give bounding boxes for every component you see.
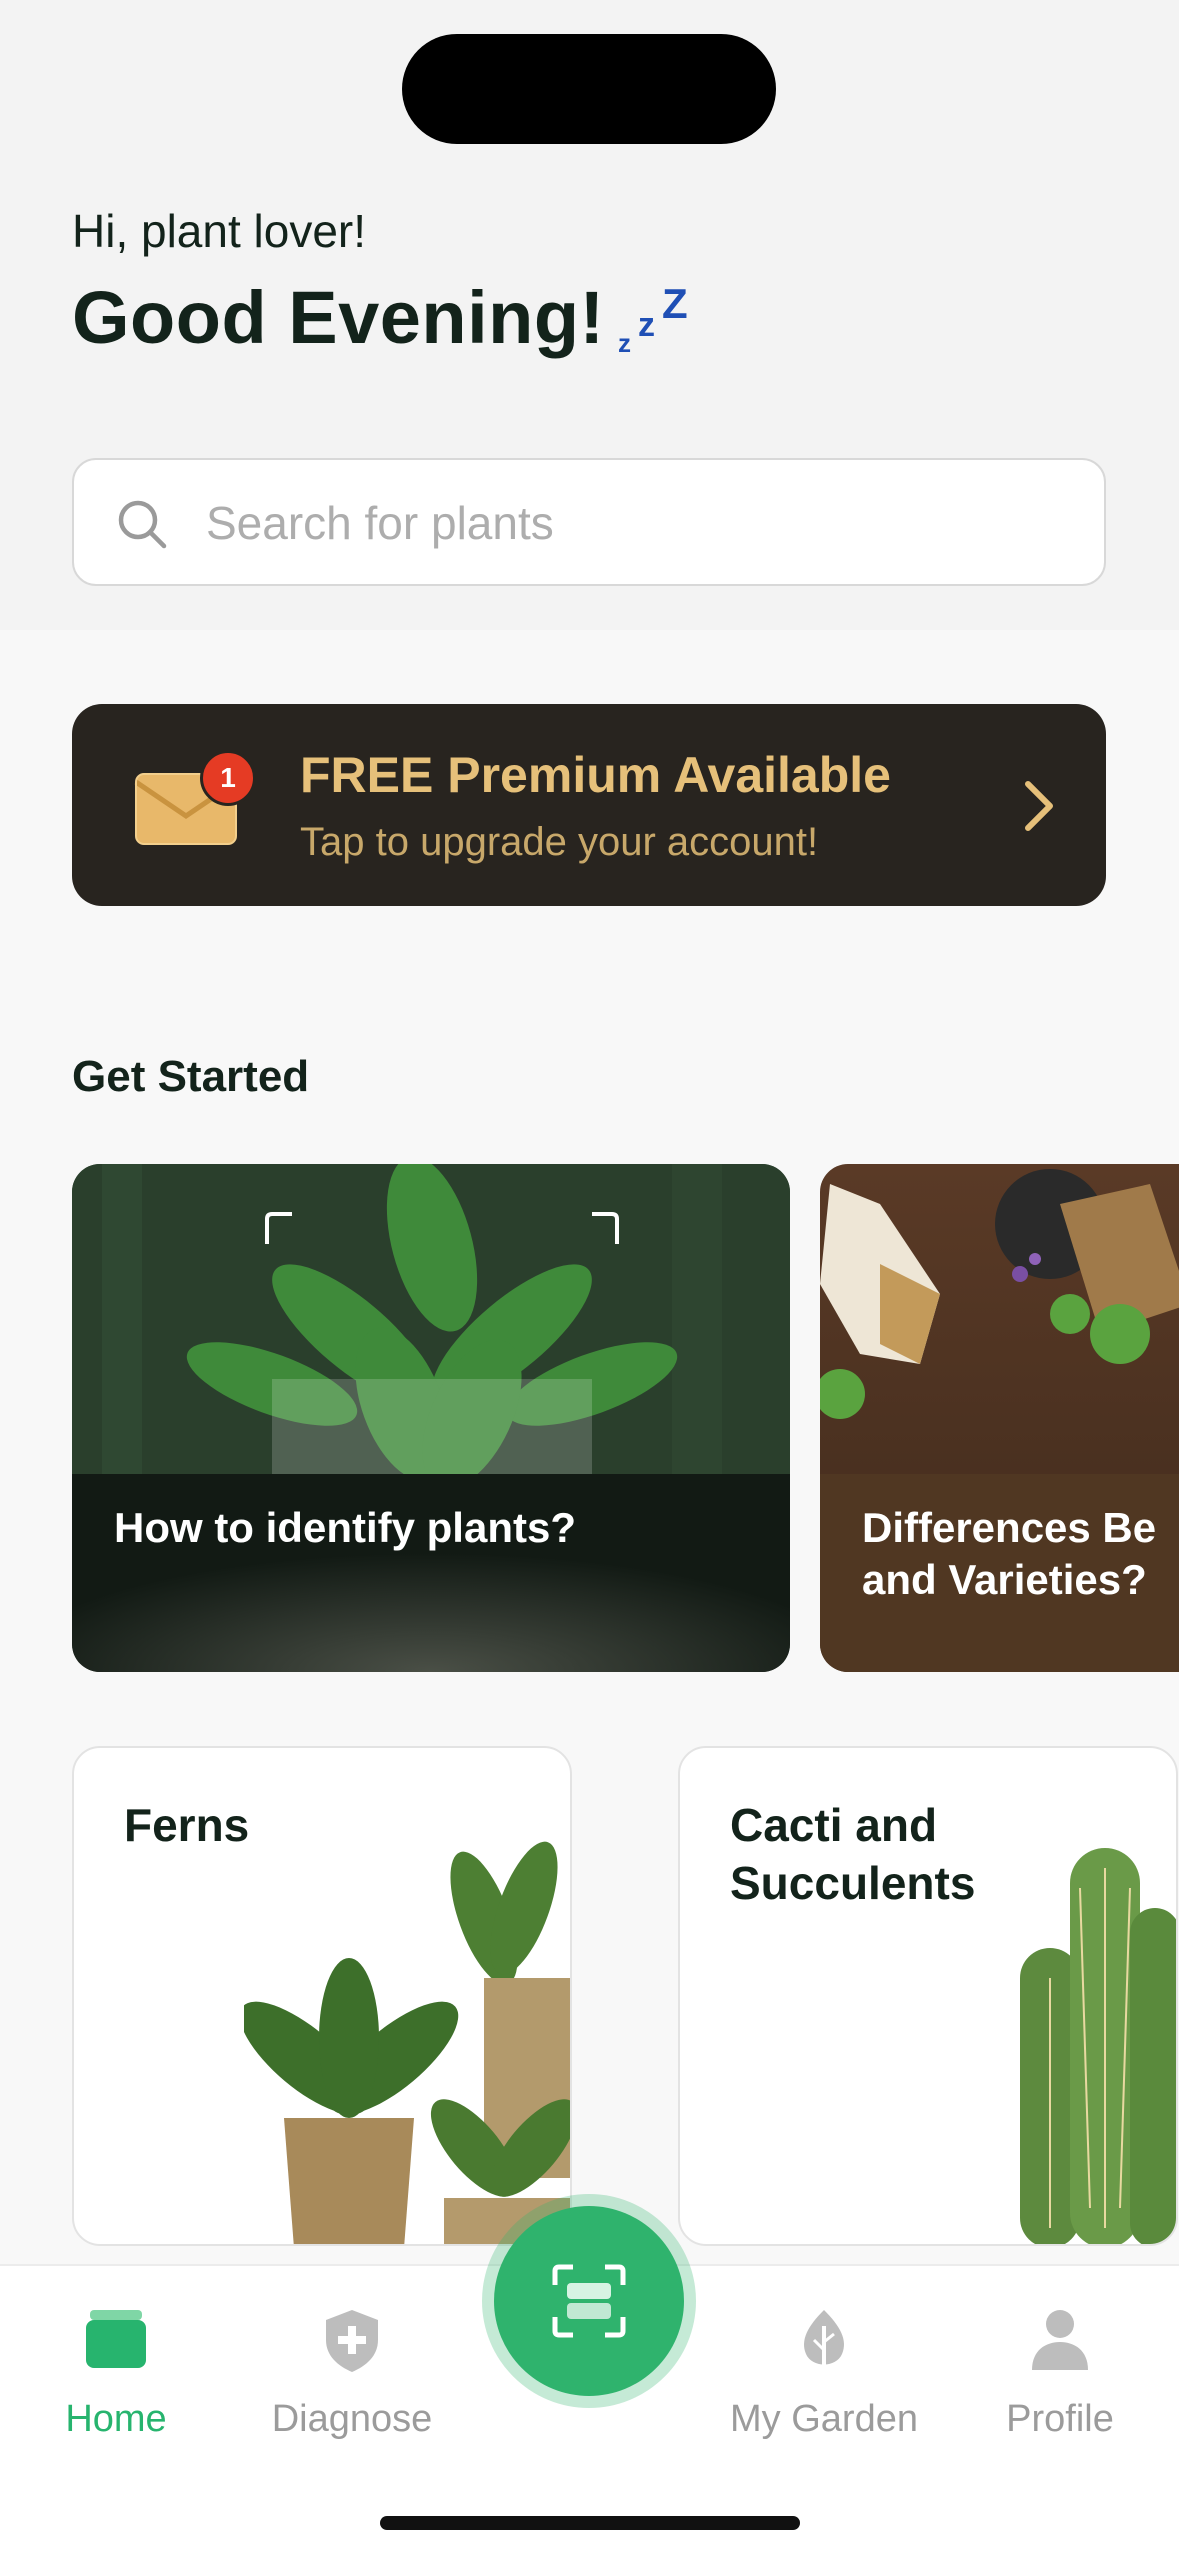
svg-text:z: z <box>638 306 655 344</box>
tab-diagnose[interactable]: Diagnose <box>252 2286 452 2446</box>
premium-banner[interactable]: 1 FREE Premium Available Tap to upgrade … <box>72 704 1106 906</box>
premium-title-bold: FREE <box>300 747 434 803</box>
premium-title: FREE Premium Available <box>300 746 891 804</box>
scan-button[interactable] <box>494 2206 684 2396</box>
tab-profile[interactable]: Profile <box>960 2286 1160 2446</box>
premium-subtitle: Tap to upgrade your account! <box>300 820 819 864</box>
guide-card-differences[interactable]: Differences Be and Varieties? <box>820 1164 1179 1672</box>
plant-photo-image <box>72 1164 790 1672</box>
home-icon <box>86 2310 146 2368</box>
tab-label: Home <box>65 2398 167 2440</box>
home-indicator <box>380 2516 800 2530</box>
fern-pots-image <box>244 1841 570 2244</box>
tab-my-garden[interactable]: My Garden <box>724 2286 924 2446</box>
search-input[interactable] <box>204 460 1088 586</box>
section-title-get-started: Get Started <box>72 1052 310 1101</box>
premium-title-rest: Premium Available <box>433 747 891 803</box>
guide-card-label: Differences Be and Varieties? <box>862 1504 1157 1603</box>
tab-label: Diagnose <box>271 2398 433 2440</box>
category-card-ferns[interactable]: Ferns <box>72 1746 572 2246</box>
shield-plus-icon <box>326 2310 378 2372</box>
category-card-cacti[interactable]: Cacti and Succulents <box>678 1746 1178 2246</box>
tab-home[interactable]: Home <box>16 2286 216 2446</box>
greeting-text: Hi, plant lover! <box>72 205 367 257</box>
guide-card-label: How to identify plants? <box>114 1504 576 1551</box>
guide-card-identify[interactable]: How to identify plants? <box>72 1164 790 1672</box>
category-title: Cacti and Succulents <box>730 1799 976 1909</box>
svg-text:z: z <box>618 328 631 358</box>
page-title: Good Evening! <box>72 276 605 359</box>
tab-label: Profile <box>1006 2398 1114 2440</box>
search-bar[interactable] <box>72 458 1106 586</box>
tab-label: My Garden <box>730 2398 918 2440</box>
scan-icon <box>552 2264 626 2338</box>
sleep-zzz-icon: z z Z <box>618 280 688 358</box>
dynamic-island <box>402 34 776 144</box>
person-icon <box>1032 2310 1088 2370</box>
chevron-right-icon <box>1025 781 1053 831</box>
cactus-image <box>1020 1848 1176 2244</box>
leaf-icon <box>804 2310 844 2368</box>
search-icon <box>118 500 167 549</box>
svg-text:Z: Z <box>662 280 688 327</box>
notification-badge: 1 <box>200 750 256 806</box>
